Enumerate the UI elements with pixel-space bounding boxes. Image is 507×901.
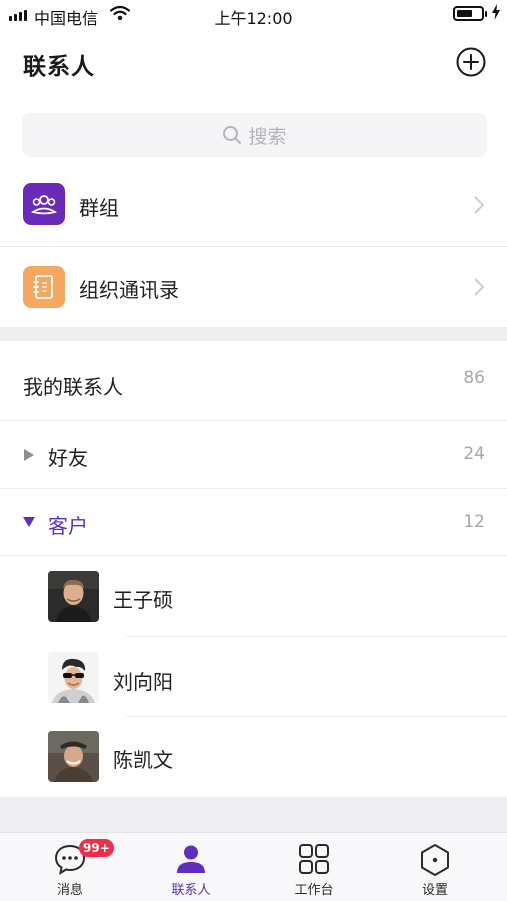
group-icon: [23, 183, 65, 225]
avatar: [48, 571, 99, 622]
my-contacts-count: 86: [463, 368, 485, 388]
bottom-spacer: [0, 797, 507, 832]
tab-contacts[interactable]: 联系人: [128, 833, 254, 901]
hexagon-settings-icon: [421, 844, 449, 876]
divider: [126, 716, 507, 717]
search-icon: [223, 126, 242, 144]
add-icon[interactable]: [456, 47, 486, 77]
battery-icon: [453, 6, 484, 21]
contact-name: 王子硕: [113, 588, 173, 612]
avatar: [48, 731, 99, 782]
tab-label-settings: 设置: [421, 883, 448, 898]
tab-label-contacts: 联系人: [171, 883, 211, 898]
page-title: 联系人: [23, 54, 95, 80]
person-icon: [177, 845, 205, 873]
tab-workbench[interactable]: 工作台: [251, 833, 377, 901]
status-bar: 中国电信 上午12:00: [0, 0, 507, 30]
group-count-friends: 24: [463, 444, 485, 464]
chevron-right-icon: [474, 278, 484, 296]
divider: [126, 636, 507, 637]
menu-item-groups[interactable]: 群组: [0, 164, 507, 246]
menu-label-groups: 群组: [79, 196, 119, 220]
divider: [0, 488, 507, 489]
contact-name: 刘向阳: [113, 670, 173, 694]
battery-cap: [485, 11, 487, 17]
chevron-right-icon: [474, 196, 484, 214]
triangle-down-icon: [23, 517, 35, 527]
tab-label-messages: 消息: [56, 883, 83, 898]
nav-bar: 联系人: [0, 30, 507, 94]
divider: [0, 420, 507, 421]
status-time: 上午12:00: [214, 9, 293, 28]
tab-messages[interactable]: 99+ 消息: [7, 833, 133, 901]
search-input[interactable]: 搜索: [22, 113, 487, 157]
grid-icon: [299, 844, 329, 874]
avatar: [48, 652, 99, 703]
unread-badge: 99+: [79, 839, 114, 857]
contact-name: 陈凯文: [113, 748, 173, 772]
search-placeholder: 搜索: [248, 125, 287, 148]
menu-label-org-directory: 组织通讯录: [79, 278, 179, 302]
menu-item-org-directory[interactable]: 组织通讯录: [0, 246, 507, 328]
group-count-customers: 12: [463, 512, 485, 532]
tab-label-workbench: 工作台: [294, 883, 334, 898]
charging-icon: [492, 4, 500, 20]
group-label-friends: 好友: [48, 446, 88, 470]
my-contacts-label: 我的联系人: [23, 375, 123, 399]
section-separator: [0, 327, 507, 341]
tab-settings[interactable]: 设置: [372, 833, 498, 901]
tab-bar: 99+ 消息 联系人 工作台 设置: [0, 832, 507, 901]
group-label-customers: 客户: [48, 514, 88, 538]
address-book-icon: [23, 266, 65, 308]
divider: [0, 555, 507, 556]
triangle-right-icon: [24, 449, 34, 461]
